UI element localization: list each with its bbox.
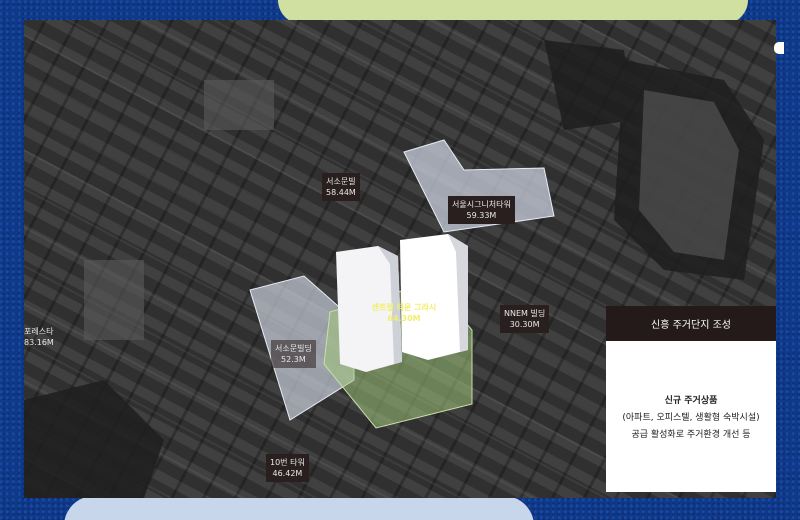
panel-line-2: (아파트, 오피스텔, 생활형 숙박시설) [622, 413, 760, 423]
building-block-n [544, 40, 634, 130]
label-northeast-height: 59.33M [466, 211, 497, 220]
panel-header: 신흥 주거단지 조성 [606, 306, 776, 341]
label-center-name: 센트럴 타운 그라시 [371, 303, 437, 312]
label-west: 서소문빌딩 52.3M [271, 340, 316, 368]
label-northeast: 서울시그니처타워 59.33M [448, 196, 515, 224]
building-block-nw [204, 80, 274, 130]
label-south: 10번 타워 46.42M [266, 454, 309, 482]
label-south-name: 10번 타워 [270, 458, 305, 467]
label-center: 센트럴 타운 그라시 64.30M [362, 302, 446, 324]
label-left-edge: 포레스타 83.16M [24, 326, 54, 348]
label-south-height: 46.42M [272, 469, 303, 478]
building-block-w [84, 260, 144, 340]
panel-title: 신규 주거상품 [664, 396, 718, 406]
label-east-height: 30.30M [509, 320, 540, 329]
label-center-height: 64.30M [387, 314, 421, 323]
panel-body: 신규 주거상품 (아파트, 오피스텔, 생활형 숙박시설) 공급 활성화로 주거… [606, 341, 776, 444]
label-east: NNEM 빌딩 30.30M [500, 305, 550, 333]
label-west-height: 52.3M [281, 355, 306, 364]
label-north-name: 서소문빌 [326, 177, 356, 186]
building-block-sw [24, 380, 164, 498]
label-east-name: NNEM 빌딩 [504, 309, 546, 318]
scroll-indicator[interactable] [774, 42, 784, 54]
label-left-edge-height: 83.16M [24, 338, 54, 347]
panel-line-3: 공급 활성화로 주거환경 개선 등 [631, 430, 751, 440]
label-northeast-name: 서울시그니처타워 [452, 200, 511, 209]
bottom-decoration [64, 496, 534, 520]
label-left-edge-name: 포레스타 [24, 327, 54, 336]
label-west-name: 서소문빌딩 [275, 344, 312, 353]
label-north: 서소문빌 58.44M [322, 173, 360, 201]
label-north-height: 58.44M [326, 188, 356, 197]
info-panel: 신흥 주거단지 조성 신규 주거상품 (아파트, 오피스텔, 생활형 숙박시설)… [606, 306, 776, 492]
